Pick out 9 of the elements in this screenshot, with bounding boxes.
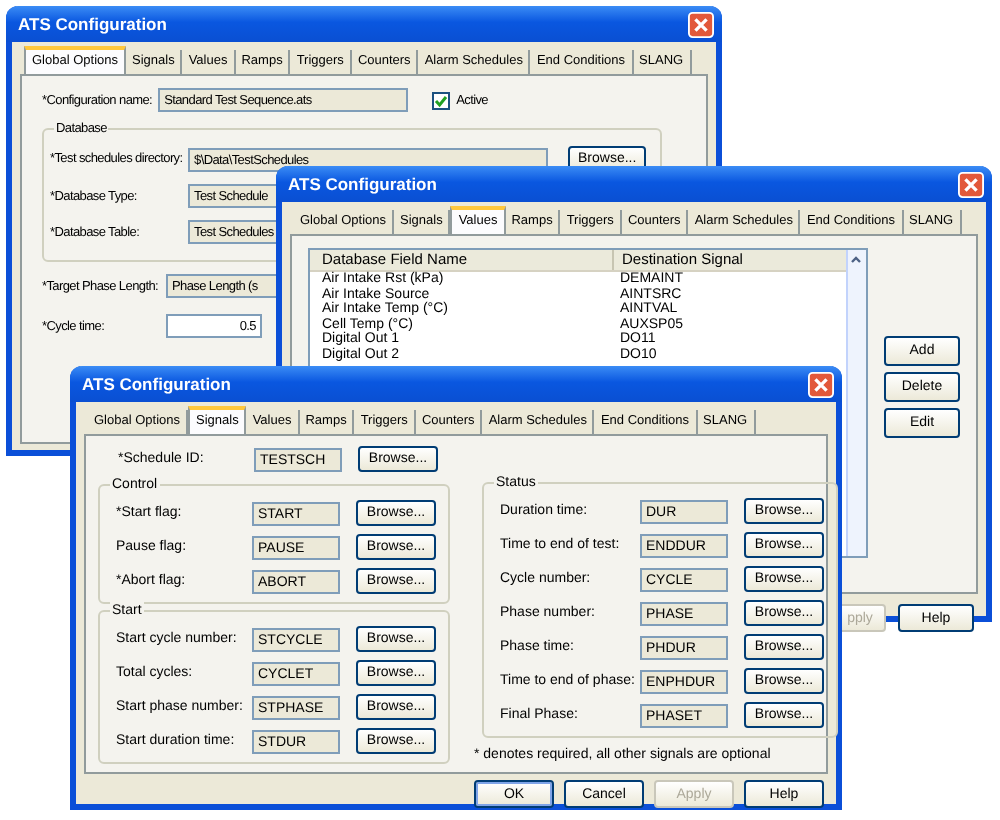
scrollbar[interactable]	[846, 250, 866, 556]
close-icon[interactable]	[808, 371, 834, 397]
checkbox-icon[interactable]	[432, 91, 451, 109]
close-icon[interactable]	[688, 11, 714, 37]
window-title: ATS Configuration	[18, 14, 167, 34]
scroll-up-icon[interactable]	[848, 252, 864, 268]
window-title: ATS Configuration	[82, 374, 231, 394]
close-icon[interactable]	[958, 171, 984, 197]
window-title: ATS Configuration	[288, 174, 437, 194]
